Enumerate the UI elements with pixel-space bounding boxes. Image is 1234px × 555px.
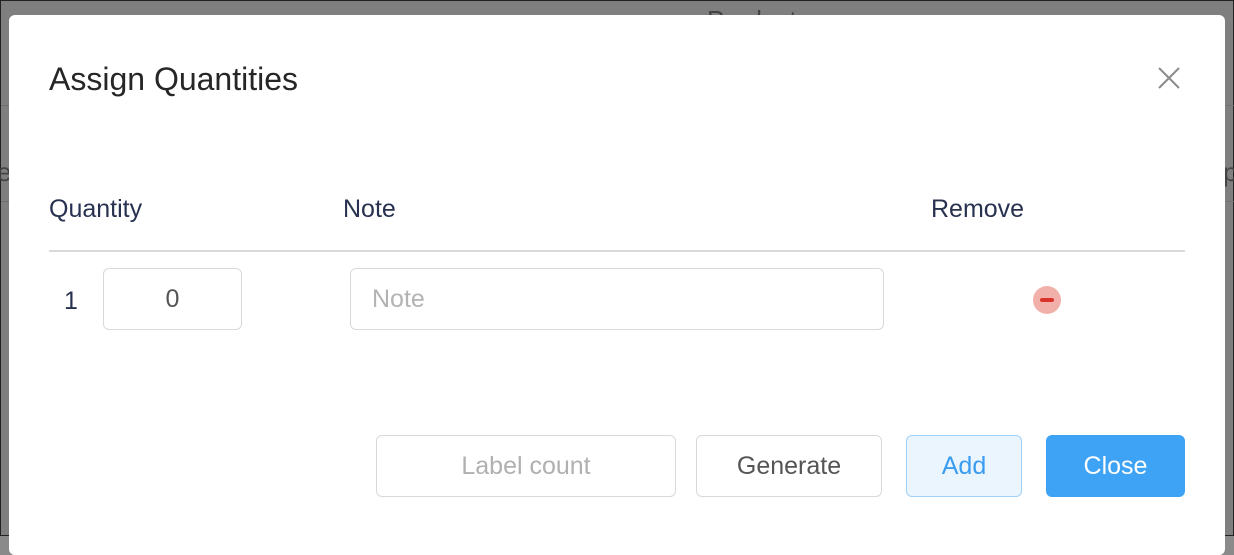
row-index: 1 (64, 287, 78, 315)
remove-bar (1040, 298, 1054, 302)
quantity-input[interactable] (103, 268, 242, 330)
note-input[interactable] (350, 268, 884, 330)
dialog-title: Assign Quantities (49, 61, 299, 97)
quantity-column-header: Quantity (49, 195, 143, 223)
minus-circle-icon[interactable] (1033, 286, 1061, 314)
background-divider (1226, 105, 1234, 106)
close-button[interactable]: Close (1046, 435, 1185, 497)
remove-column-header: Remove (931, 195, 1025, 223)
add-button[interactable]: Add (906, 435, 1022, 497)
close-icon[interactable] (1156, 65, 1182, 91)
table-header-divider (49, 250, 1185, 252)
background-divider (1226, 201, 1234, 202)
generate-button[interactable]: Generate (696, 435, 882, 497)
assign-quantities-dialog: Assign Quantities Quantity Note Remove 1… (9, 15, 1225, 555)
note-column-header: Note (343, 195, 396, 223)
label-count-input[interactable] (376, 435, 676, 497)
